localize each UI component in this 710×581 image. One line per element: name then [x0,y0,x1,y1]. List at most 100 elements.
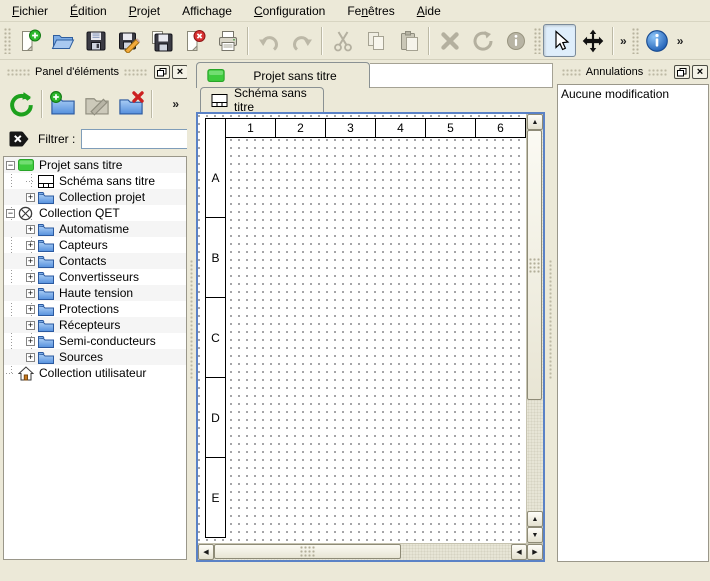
menu-configuration[interactable]: Configuration [246,2,333,20]
new-document-button[interactable] [13,24,46,57]
undo-list-item[interactable]: Aucune modification [558,85,708,103]
tree-item-recepteurs[interactable]: + Récepteurs [4,317,186,333]
tree-item-contacts[interactable]: + Contacts [4,253,186,269]
tree-expander[interactable]: + [26,305,35,314]
tree-expander[interactable]: + [26,337,35,346]
toolbar-separator [612,27,614,55]
cut-button[interactable] [326,24,359,57]
information-button[interactable] [499,24,532,57]
scroll-left-button[interactable]: ◀ [198,544,214,560]
tree-item-collection-utilisateur[interactable]: Collection utilisateur [4,365,186,381]
tree-item-schema-sans-titre[interactable]: Schéma sans titre [4,173,186,189]
toolbar-overflow-button[interactable]: » [674,34,687,48]
tab-schema-sans-titre[interactable]: Schéma sans titre [200,87,324,112]
toolbar-handle[interactable] [534,28,541,54]
menu-aide[interactable]: Aide [409,2,449,20]
rotate-button[interactable] [466,24,499,57]
tree-expander[interactable]: + [26,241,35,250]
folder-icon [38,190,55,204]
elements-panel-toolbar: » [0,84,190,124]
panel-overflow-button[interactable]: » [169,97,182,111]
save-as-icon [117,29,141,53]
close-document-button[interactable] [178,24,211,57]
scroll-up-button[interactable]: ▲ [527,511,543,527]
menu-fenetres[interactable]: Fenêtres [339,2,402,20]
close-panel-button[interactable]: × [172,65,188,79]
column-header: 4 [397,121,404,135]
save-as-button[interactable] [112,24,145,57]
toolbar-overflow-button[interactable]: » [617,34,630,48]
tree-item-collection-qet[interactable]: − Collection QET [4,205,186,221]
select-tool-button[interactable] [543,24,576,57]
scroll-left-button[interactable]: ◀ [511,544,527,560]
paste-button[interactable] [392,24,425,57]
filter-input[interactable] [81,129,189,149]
tree-item-sources[interactable]: + Sources [4,349,186,365]
delete-category-button[interactable] [114,87,148,121]
close-panel-button[interactable]: × [692,65,708,79]
menu-edition[interactable]: Édition [62,2,115,20]
tree-expander[interactable]: + [26,353,35,362]
horizontal-scrollbar[interactable]: ◀ ◀ ▶ [198,543,543,560]
tree-expander[interactable]: + [26,289,35,298]
scroll-up-button[interactable]: ▲ [527,114,543,130]
dock-grip[interactable] [7,69,30,76]
diagram-canvas[interactable]: 1 2 3 4 5 6 A B C D E [198,114,526,543]
vertical-scrollbar[interactable]: ▲ ▲ ▼ [526,114,543,543]
right-splitter[interactable] [545,60,557,562]
menu-fichier[interactable]: Fichier [4,2,56,20]
redo-button[interactable] [285,24,318,57]
tree-item-automatisme[interactable]: + Automatisme [4,221,186,237]
new-category-button[interactable] [46,87,80,121]
tree-rows: − Projet sans titre Schéma sans titre + … [4,157,186,381]
tree-expander[interactable]: − [6,161,15,170]
dock-grip[interactable] [562,69,581,76]
save-all-button[interactable] [145,24,178,57]
undo-button[interactable] [252,24,285,57]
vertical-scroll-thumb[interactable] [527,130,542,400]
tree-expander[interactable]: + [26,273,35,282]
float-panel-button[interactable] [674,65,690,79]
about-qet-button[interactable] [641,24,674,57]
tree-item-semi-conducteurs[interactable]: + Semi-conducteurs [4,333,186,349]
delete-button[interactable] [433,24,466,57]
edit-category-button[interactable] [80,87,114,121]
horizontal-scroll-thumb[interactable] [214,544,401,559]
tree-expander[interactable]: + [26,257,35,266]
tree-expander[interactable]: + [26,321,35,330]
scroll-down-button[interactable]: ▼ [527,527,543,543]
reload-collections-button[interactable] [4,87,38,121]
tree-item-capteurs[interactable]: + Capteurs [4,237,186,253]
menu-bar: Fichier Édition Projet Affichage Configu… [0,0,710,22]
title-block-frame: 1 2 3 4 5 6 A B C D E [198,114,526,543]
dock-grip[interactable] [124,69,147,76]
left-splitter[interactable] [187,60,196,562]
print-button[interactable] [211,24,244,57]
open-button[interactable] [46,24,79,57]
move-tool-button[interactable] [576,24,609,57]
tree-item-convertisseurs[interactable]: + Convertisseurs [4,269,186,285]
column-header: 2 [297,121,304,135]
copy-button[interactable] [359,24,392,57]
toolbar-separator [321,27,323,55]
menu-projet[interactable]: Projet [121,2,168,20]
tree-item-projet-sans-titre[interactable]: − Projet sans titre [4,157,186,173]
clear-filter-button[interactable] [8,130,30,148]
scroll-right-button[interactable]: ▶ [527,544,543,560]
row-header: E [211,491,219,505]
tab-projet-sans-titre[interactable]: Projet sans titre [196,62,370,88]
dock-grip[interactable] [648,69,667,76]
save-button[interactable] [79,24,112,57]
tree-expander[interactable]: + [26,225,35,234]
tree-item-haute-tension[interactable]: + Haute tension [4,285,186,301]
tree-expander[interactable]: + [26,193,35,202]
float-panel-button[interactable] [154,65,170,79]
tree-expander[interactable]: − [6,209,15,218]
menu-affichage[interactable]: Affichage [174,2,240,20]
tree-item-collection-projet[interactable]: + Collection projet [4,189,186,205]
tree-item-protections[interactable]: + Protections [4,301,186,317]
toolbar-handle[interactable] [4,28,11,54]
right-arrow-icon: ▶ [532,548,537,556]
toolbar-handle[interactable] [632,28,639,54]
save-icon [84,29,108,53]
